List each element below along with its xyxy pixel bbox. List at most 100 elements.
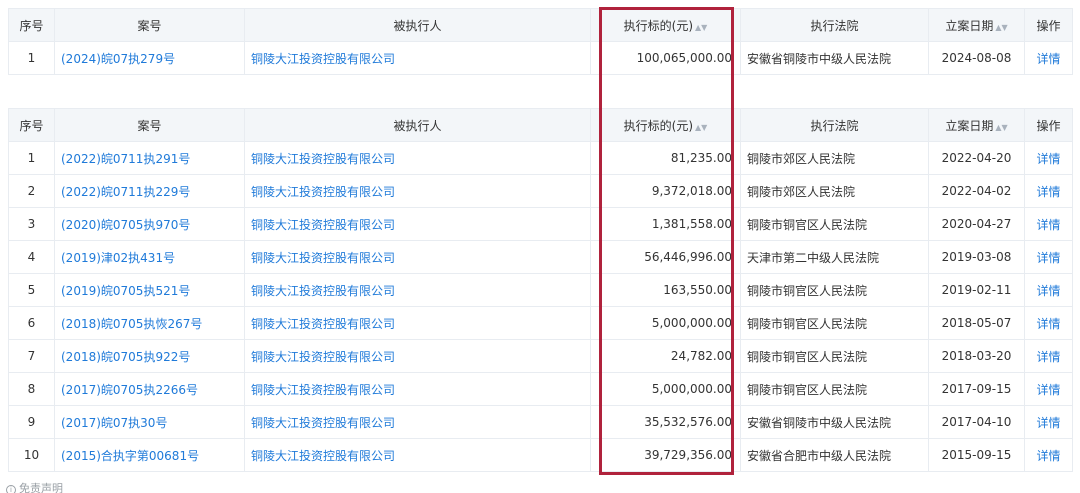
court-name: 安徽省铜陵市中级人民法院 (740, 41, 929, 75)
sort-icon[interactable]: ▲▼ (995, 23, 1007, 32)
execution-amount: 9,372,018.00 (590, 174, 741, 208)
disclaimer-link[interactable]: i 免责声明 (6, 480, 63, 493)
header-amount-label: 执行标的(元) (623, 118, 694, 133)
row-index: 8 (8, 372, 55, 406)
filing-date: 2022-04-02 (928, 174, 1025, 208)
sort-icon[interactable]: ▲▼ (695, 23, 707, 32)
details-link[interactable]: 详情 (1024, 438, 1073, 472)
execution-amount: 81,235.00 (590, 141, 741, 175)
row-index: 10 (8, 438, 55, 472)
case-number-link[interactable]: (2022)皖0711执229号 (54, 174, 245, 208)
table-row: 2 (2022)皖0711执229号 铜陵大江投资控股有限公司 9,372,018.0… (8, 174, 1073, 208)
case-number-link[interactable]: (2019)津02执431号 (54, 240, 245, 274)
table-row: 8 (2017)皖0705执2266号 铜陵大江投资控股有限公司 5,000,000.… (8, 372, 1073, 406)
table-row: 9 (2017)皖07执30号 铜陵大江投资控股有限公司 35,532,576.00 安… (8, 405, 1073, 439)
header-filing-date[interactable]: 立案日期 ▲▼ (928, 8, 1025, 42)
execution-amount: 39,729,356.00 (590, 438, 741, 472)
party-name-link[interactable]: 铜陵大江投资控股有限公司 (244, 174, 591, 208)
court-name: 铜陵市郊区人民法院 (740, 174, 929, 208)
party-name-link[interactable]: 铜陵大江投资控股有限公司 (244, 273, 591, 307)
table-row: 1 (2022)皖0711执291号 铜陵大江投资控股有限公司 81,235.00 铜陵… (8, 141, 1073, 175)
case-number-link[interactable]: (2017)皖07执30号 (54, 405, 245, 439)
table-row: 7 (2018)皖0705执922号 铜陵大江投资控股有限公司 24,782.00 铜陵… (8, 339, 1073, 373)
court-name: 安徽省合肥市中级人民法院 (740, 438, 929, 472)
case-number-link[interactable]: (2017)皖0705执2266号 (54, 372, 245, 406)
details-link[interactable]: 详情 (1024, 405, 1073, 439)
header-amount[interactable]: 执行标的(元) ▲▼ (590, 8, 741, 42)
table-header-row: 序号 案号 被执行人 执行标的(元) ▲▼ 执行法院 立案日期 ▲▼ 操作 (8, 8, 1073, 42)
party-name-link[interactable]: 铜陵大江投资控股有限公司 (244, 141, 591, 175)
table-header-row: 序号 案号 被执行人 执行标的(元) ▲▼ 执行法院 立案日期 ▲▼ 操作 (8, 108, 1073, 142)
enforcement-table-current: 序号 案号 被执行人 执行标的(元) ▲▼ 执行法院 立案日期 ▲▼ 操作 1 (20… (8, 8, 1073, 75)
execution-amount: 100,065,000.00 (590, 41, 741, 75)
header-amount-label: 执行标的(元) (623, 18, 694, 33)
details-link[interactable]: 详情 (1024, 240, 1073, 274)
table-row: 5 (2019)皖0705执521号 铜陵大江投资控股有限公司 163,550.00 铜… (8, 273, 1073, 307)
details-link[interactable]: 详情 (1024, 207, 1073, 241)
party-name-link[interactable]: 铜陵大江投资控股有限公司 (244, 207, 591, 241)
party-name-link[interactable]: 铜陵大江投资控股有限公司 (244, 405, 591, 439)
row-index: 3 (8, 207, 55, 241)
filing-date: 2024-08-08 (928, 41, 1025, 75)
case-number-link[interactable]: (2022)皖0711执291号 (54, 141, 245, 175)
info-icon: i (6, 485, 16, 493)
header-case-no: 案号 (54, 8, 245, 42)
party-name-link[interactable]: 铜陵大江投资控股有限公司 (244, 372, 591, 406)
party-name-link[interactable]: 铜陵大江投资控股有限公司 (244, 240, 591, 274)
party-name-link[interactable]: 铜陵大江投资控股有限公司 (244, 438, 591, 472)
case-number-link[interactable]: (2024)皖07执279号 (54, 41, 245, 75)
filing-date: 2015-09-15 (928, 438, 1025, 472)
disclaimer-label: 免责声明 (19, 482, 63, 493)
header-index: 序号 (8, 8, 55, 42)
table-row: 6 (2018)皖0705执恢267号 铜陵大江投资控股有限公司 5,000,000.… (8, 306, 1073, 340)
filing-date: 2017-04-10 (928, 405, 1025, 439)
enforcement-table-history: 序号 案号 被执行人 执行标的(元) ▲▼ 执行法院 立案日期 ▲▼ 操作 1 (20… (8, 108, 1073, 472)
details-link[interactable]: 详情 (1024, 273, 1073, 307)
party-name-link[interactable]: 铜陵大江投资控股有限公司 (244, 306, 591, 340)
case-number-link[interactable]: (2020)皖0705执970号 (54, 207, 245, 241)
table-row: 3 (2020)皖0705执970号 铜陵大江投资控股有限公司 1,381,558.0… (8, 207, 1073, 241)
header-index: 序号 (8, 108, 55, 142)
execution-amount: 163,550.00 (590, 273, 741, 307)
details-link[interactable]: 详情 (1024, 141, 1073, 175)
filing-date: 2022-04-20 (928, 141, 1025, 175)
sort-icon[interactable]: ▲▼ (995, 123, 1007, 132)
court-name: 铜陵市铜官区人民法院 (740, 339, 929, 373)
case-number-link[interactable]: (2018)皖0705执922号 (54, 339, 245, 373)
details-link[interactable]: 详情 (1024, 306, 1073, 340)
court-name: 安徽省铜陵市中级人民法院 (740, 405, 929, 439)
header-court: 执行法院 (740, 108, 929, 142)
filing-date: 2019-03-08 (928, 240, 1025, 274)
execution-amount: 5,000,000.00 (590, 306, 741, 340)
execution-amount: 24,782.00 (590, 339, 741, 373)
header-date-label: 立案日期 (945, 118, 994, 133)
filing-date: 2018-05-07 (928, 306, 1025, 340)
court-name: 铜陵市铜官区人民法院 (740, 306, 929, 340)
filing-date: 2020-04-27 (928, 207, 1025, 241)
header-case-no: 案号 (54, 108, 245, 142)
case-number-link[interactable]: (2018)皖0705执恢267号 (54, 306, 245, 340)
details-link[interactable]: 详情 (1024, 372, 1073, 406)
case-number-link[interactable]: (2019)皖0705执521号 (54, 273, 245, 307)
row-index: 1 (8, 141, 55, 175)
court-name: 铜陵市铜官区人民法院 (740, 372, 929, 406)
details-link[interactable]: 详情 (1024, 41, 1073, 75)
case-number-link[interactable]: (2015)合执字第00681号 (54, 438, 245, 472)
header-amount[interactable]: 执行标的(元) ▲▼ (590, 108, 741, 142)
party-name-link[interactable]: 铜陵大江投资控股有限公司 (244, 41, 591, 75)
header-filing-date[interactable]: 立案日期 ▲▼ (928, 108, 1025, 142)
sort-icon[interactable]: ▲▼ (695, 123, 707, 132)
court-name: 铜陵市铜官区人民法院 (740, 207, 929, 241)
row-index: 2 (8, 174, 55, 208)
details-link[interactable]: 详情 (1024, 339, 1073, 373)
party-name-link[interactable]: 铜陵大江投资控股有限公司 (244, 339, 591, 373)
court-name: 铜陵市郊区人民法院 (740, 141, 929, 175)
court-name: 天津市第二中级人民法院 (740, 240, 929, 274)
header-party: 被执行人 (244, 108, 591, 142)
row-index: 7 (8, 339, 55, 373)
details-link[interactable]: 详情 (1024, 174, 1073, 208)
court-name: 铜陵市铜官区人民法院 (740, 273, 929, 307)
row-index: 4 (8, 240, 55, 274)
execution-amount: 56,446,996.00 (590, 240, 741, 274)
filing-date: 2018-03-20 (928, 339, 1025, 373)
